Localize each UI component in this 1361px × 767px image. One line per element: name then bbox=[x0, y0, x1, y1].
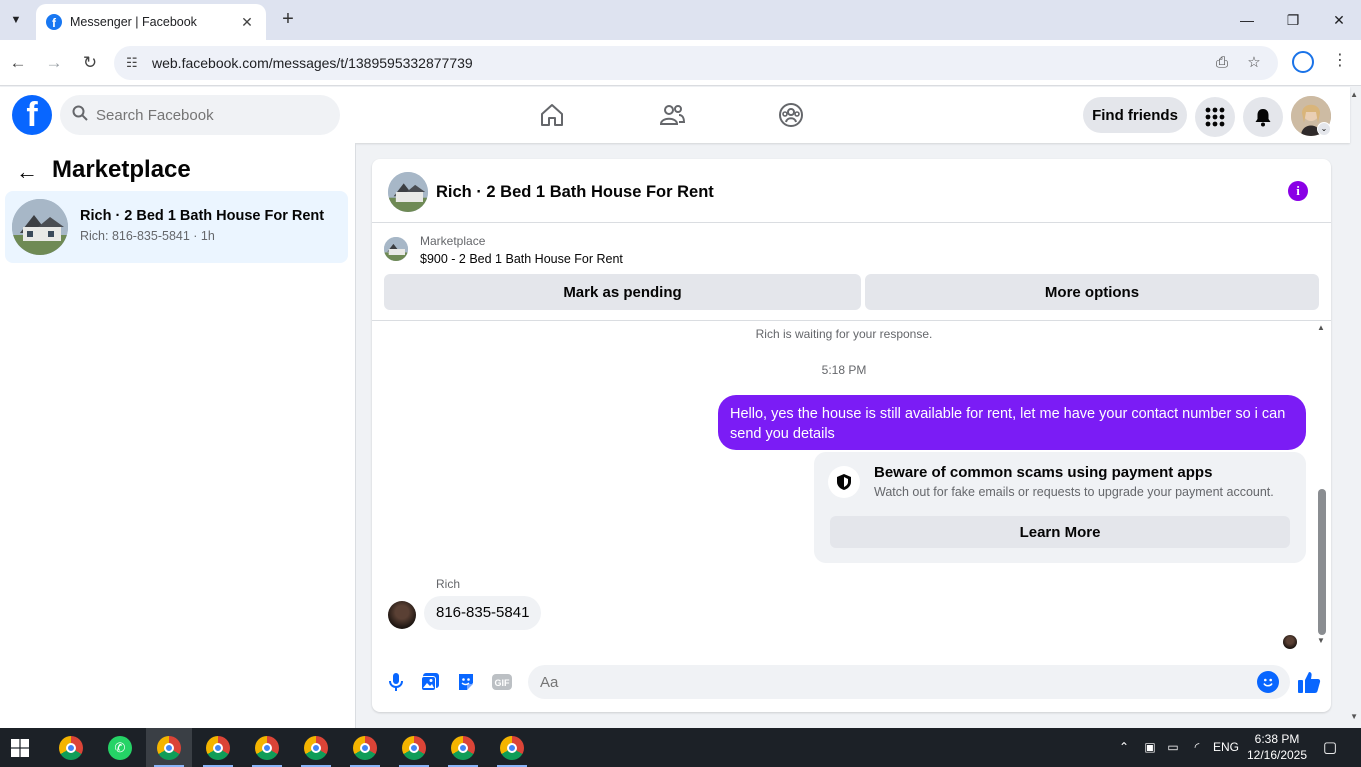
taskbar-whatsapp-icon[interactable]: ✆ bbox=[97, 728, 143, 767]
friends-icon[interactable] bbox=[658, 101, 686, 129]
thumbs-up-like-icon[interactable] bbox=[1296, 669, 1322, 695]
bookmark-star-icon[interactable]: ☆ bbox=[1242, 46, 1266, 80]
message-timestamp: 5:18 PM bbox=[821, 363, 867, 377]
scam-warning-title: Beware of common scams using payment app… bbox=[874, 464, 1213, 481]
message-input[interactable] bbox=[528, 665, 1290, 699]
marketplace-threads-panel: ← Marketplace Rich · 2 Bed 1 Bath House … bbox=[0, 143, 356, 728]
conversation-thumbnail[interactable] bbox=[388, 172, 428, 212]
tray-battery-icon[interactable]: ▭ bbox=[1163, 728, 1183, 767]
reload-icon[interactable]: ↻ bbox=[77, 50, 103, 76]
scam-warning-text: Watch out for fake emails or requests to… bbox=[874, 485, 1274, 499]
home-icon[interactable] bbox=[538, 101, 566, 129]
divider bbox=[372, 320, 1331, 321]
facebook-logo-icon[interactable]: f bbox=[12, 95, 52, 135]
messages-scroll-down-icon[interactable]: ▼ bbox=[1317, 636, 1325, 645]
browser-toolbar: ← → ↻ ☷ web.facebook.com/messages/t/1389… bbox=[0, 40, 1361, 86]
taskbar-chrome-profile-icon[interactable] bbox=[342, 728, 388, 767]
site-info-icon[interactable]: ☷ bbox=[126, 55, 144, 71]
menu-grid-icon[interactable] bbox=[1195, 97, 1235, 137]
waiting-notice: Rich is waiting for your response. bbox=[755, 327, 933, 341]
tray-chevron-up-icon[interactable]: ⌃ bbox=[1114, 728, 1134, 767]
sender-avatar[interactable] bbox=[388, 601, 416, 629]
find-friends-button[interactable]: Find friends bbox=[1083, 97, 1187, 133]
scam-warning-card: Beware of common scams using payment app… bbox=[814, 452, 1306, 563]
sender-name: Rich bbox=[436, 577, 461, 591]
taskbar-clock[interactable]: 6:38 PM 12/16/2025 bbox=[1242, 731, 1312, 763]
page-scroll-up-icon[interactable]: ▲ bbox=[1350, 90, 1358, 99]
taskbar-chrome-profile-icon[interactable] bbox=[195, 728, 241, 767]
taskbar-chrome-profile-icon[interactable] bbox=[391, 728, 437, 767]
taskbar-chrome-profile-icon[interactable] bbox=[440, 728, 486, 767]
taskbar-chrome-profile-icon[interactable] bbox=[293, 728, 339, 767]
gif-icon[interactable]: GIF bbox=[490, 670, 514, 694]
taskbar-chrome-icon[interactable] bbox=[48, 728, 94, 767]
sticker-icon[interactable] bbox=[454, 670, 478, 694]
outgoing-message-bubble[interactable]: Hello, yes the house is still available … bbox=[718, 395, 1306, 450]
back-arrow-icon[interactable]: ← bbox=[5, 50, 31, 76]
conversation-info-icon[interactable]: i bbox=[1288, 181, 1308, 201]
mark-as-pending-button[interactable]: Mark as pending bbox=[384, 274, 861, 310]
minimize-icon[interactable]: — bbox=[1232, 8, 1262, 32]
forward-arrow-icon[interactable]: → bbox=[41, 50, 67, 76]
tab-close-icon[interactable]: ✕ bbox=[238, 14, 256, 31]
taskbar-chrome-profile-icon[interactable] bbox=[146, 728, 192, 767]
account-chevron-down-icon[interactable]: ⌄ bbox=[1317, 122, 1331, 136]
facebook-favicon-icon: f bbox=[46, 14, 62, 30]
notifications-bell-icon[interactable] bbox=[1243, 97, 1283, 137]
messages-scroll-up-icon[interactable]: ▲ bbox=[1317, 323, 1325, 332]
listing-title[interactable]: $900 - 2 Bed 1 Bath House For Rent bbox=[420, 252, 623, 266]
search-icon bbox=[72, 105, 92, 125]
taskbar-chrome-profile-icon[interactable] bbox=[489, 728, 535, 767]
conversation-panel: Rich · 2 Bed 1 Bath House For Rent i Mar… bbox=[372, 159, 1331, 712]
browser-menu-icon[interactable]: ⋮ bbox=[1330, 50, 1350, 70]
svg-text:GIF: GIF bbox=[495, 678, 511, 688]
url-text[interactable]: web.facebook.com/messages/t/138959533287… bbox=[152, 55, 473, 71]
facebook-header: f Find friends ⌄ bbox=[0, 87, 1350, 143]
new-tab-plus-icon[interactable]: + bbox=[278, 8, 298, 32]
groups-icon[interactable] bbox=[777, 101, 805, 129]
thread-item-rich[interactable]: Rich · 2 Bed 1 Bath House For Rent Rich:… bbox=[5, 191, 348, 263]
conversation-title[interactable]: Rich · 2 Bed 1 Bath House For Rent bbox=[436, 183, 714, 202]
incoming-message-bubble[interactable]: 816-835-5841 bbox=[424, 596, 542, 630]
conversation-header: Rich · 2 Bed 1 Bath House For Rent i bbox=[372, 159, 1331, 223]
microphone-icon[interactable] bbox=[384, 670, 408, 694]
thread-name: Rich · 2 Bed 1 Bath House For Rent bbox=[80, 208, 325, 224]
notification-center-icon[interactable]: ▢ bbox=[1318, 728, 1342, 767]
tab-title: Messenger | Facebook bbox=[70, 15, 197, 29]
browser-tab-bar: ▼ f Messenger | Facebook ✕ + — ❐ ✕ bbox=[0, 0, 1361, 40]
listing-small-thumbnail bbox=[384, 237, 408, 261]
learn-more-button[interactable]: Learn More bbox=[830, 516, 1290, 548]
panel-title: Marketplace bbox=[52, 156, 191, 183]
install-app-icon[interactable]: ⎙ bbox=[1210, 46, 1234, 80]
windows-taskbar: ✆ ⌃ ▣ ▭ ◜ ENG 6:38 PM 12/16/2025 ▢ bbox=[0, 728, 1361, 767]
tray-language[interactable]: ENG bbox=[1210, 728, 1242, 767]
browser-tab-messenger[interactable]: f Messenger | Facebook ✕ bbox=[36, 4, 266, 40]
address-bar[interactable]: ☷ web.facebook.com/messages/t/1389595332… bbox=[114, 46, 1278, 80]
messages-scrollbar[interactable] bbox=[1318, 489, 1326, 635]
more-options-button[interactable]: More options bbox=[865, 274, 1319, 310]
taskbar-chrome-profile-icon[interactable] bbox=[244, 728, 290, 767]
search-input[interactable] bbox=[96, 106, 316, 124]
listing-thumbnail bbox=[12, 199, 68, 255]
page-scroll-down-icon[interactable]: ▼ bbox=[1350, 712, 1358, 721]
back-arrow-icon[interactable]: ← bbox=[16, 159, 38, 185]
emoji-icon[interactable] bbox=[1257, 671, 1279, 693]
shield-icon bbox=[828, 466, 860, 498]
seen-receipt-avatar bbox=[1283, 635, 1297, 649]
facebook-search-box[interactable] bbox=[60, 95, 340, 135]
photo-gallery-icon[interactable] bbox=[418, 670, 442, 694]
browser-profile-icon[interactable] bbox=[1292, 51, 1314, 73]
tab-search-chevron-icon[interactable]: ▼ bbox=[4, 8, 28, 32]
windows-start-icon[interactable] bbox=[11, 739, 29, 757]
clock-time: 6:38 PM bbox=[1254, 732, 1300, 746]
maximize-icon[interactable]: ❐ bbox=[1278, 8, 1308, 32]
tray-wifi-icon[interactable]: ◜ bbox=[1187, 728, 1207, 767]
window-close-icon[interactable]: ✕ bbox=[1324, 8, 1354, 32]
clock-date: 12/16/2025 bbox=[1246, 748, 1308, 762]
thread-preview: Rich: 816-835-5841 · 1h bbox=[80, 229, 215, 243]
marketplace-label: Marketplace bbox=[420, 234, 486, 248]
tray-meet-icon[interactable]: ▣ bbox=[1140, 728, 1160, 767]
